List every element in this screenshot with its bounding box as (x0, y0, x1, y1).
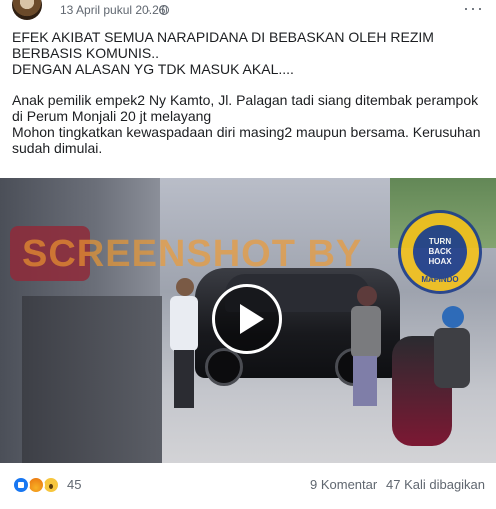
video-frame-wall (22, 296, 162, 463)
video-frame-wheel (205, 348, 243, 386)
video-frame-person-victim (168, 278, 200, 408)
shares-count-link[interactable]: 47 Kali dibagikan (386, 477, 485, 492)
logo-line-1: TURN (428, 237, 452, 246)
post-text-paragraph-1: EFEK AKIBAT SEMUA NARAPIDANA DI BEBASKAN… (12, 29, 434, 77)
author-avatar[interactable] (12, 0, 42, 20)
globe-icon (159, 5, 169, 15)
post-header: 13 April pukul 20.26 · ··· (0, 0, 496, 22)
like-reaction-icon[interactable] (12, 476, 30, 494)
comments-count-link[interactable]: 9 Komentar (310, 477, 377, 492)
logo-line-3: HOAX (428, 257, 452, 266)
more-options-icon[interactable]: ··· (463, 0, 484, 19)
separator-dot: · (147, 3, 151, 17)
video-player[interactable]: SCREENSHOT BY TURN BACK HOAX MAFINDO (0, 178, 496, 463)
video-frame-person-robber (345, 286, 385, 406)
screenshot-watermark: SCREENSHOT BY (22, 233, 363, 275)
reaction-count[interactable]: 45 (67, 477, 81, 492)
turnbackhoax-logo: TURN BACK HOAX MAFINDO (398, 210, 482, 294)
logo-brand: MAFINDO (421, 275, 459, 284)
post-text-paragraph-2: Anak pemilik empek2 Ny Kamto, Jl. Palaga… (12, 92, 481, 156)
video-frame-rider (430, 306, 475, 416)
logo-line-2: BACK (428, 247, 452, 256)
post-footer: 45 9 Komentar 47 Kali dibagikan (0, 468, 496, 500)
play-button[interactable] (212, 284, 282, 354)
